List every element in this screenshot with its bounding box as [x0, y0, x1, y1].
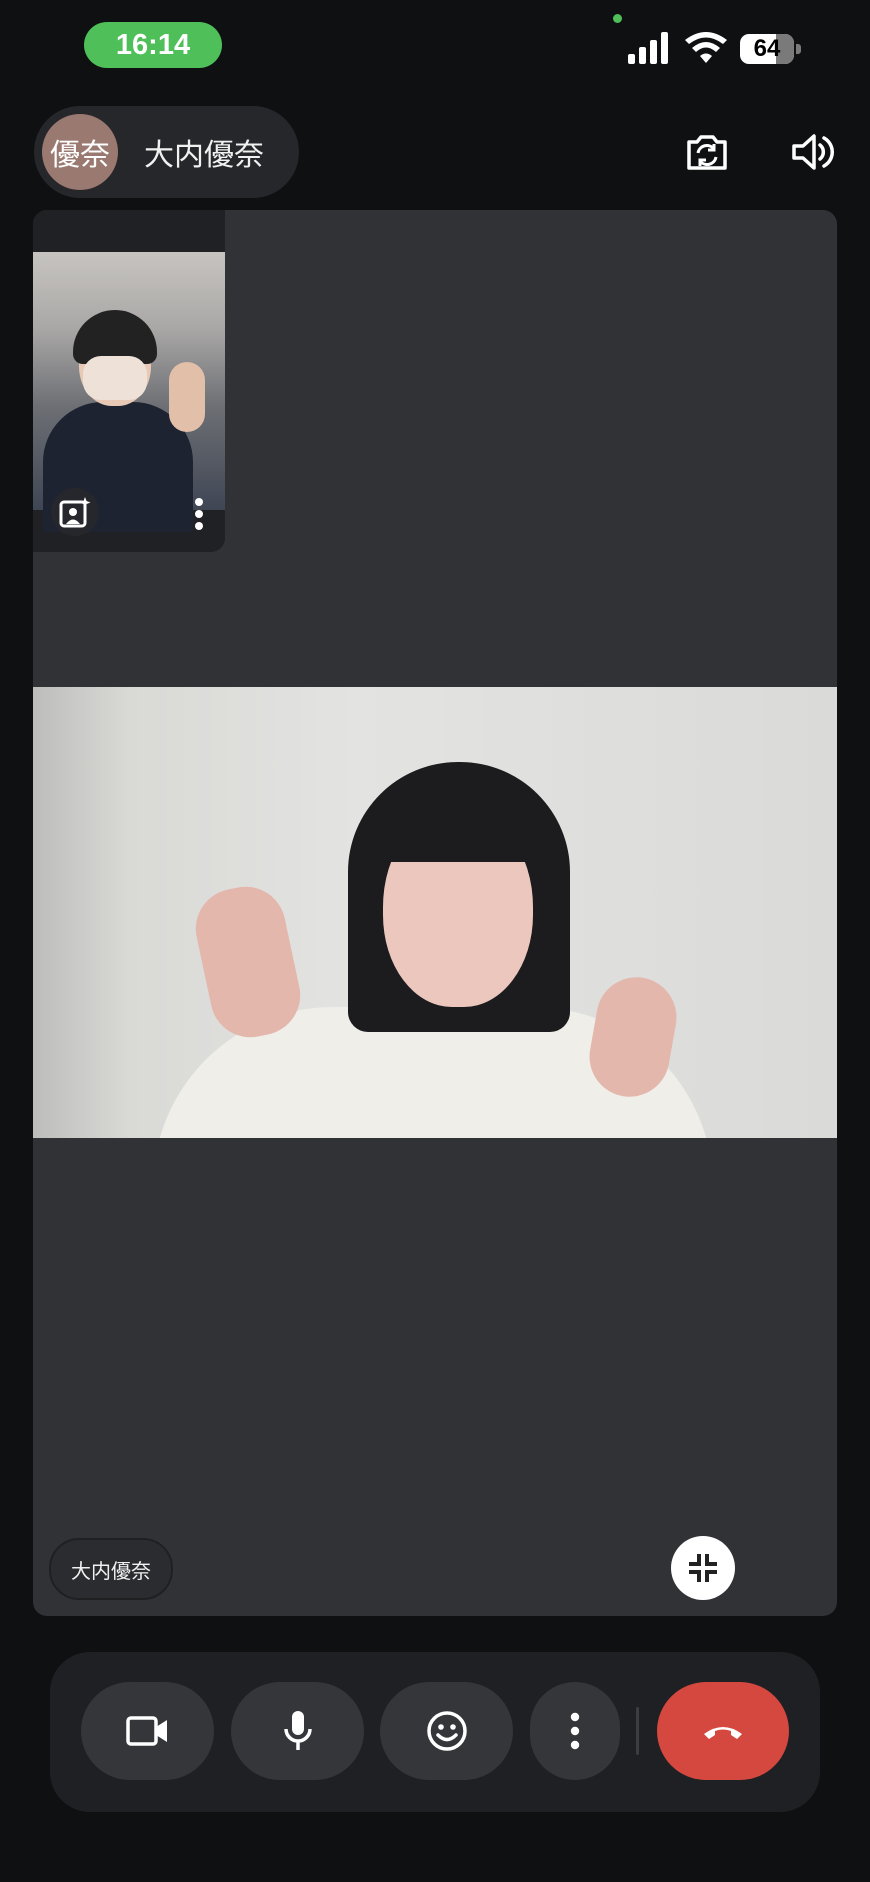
end-call-icon — [704, 1727, 742, 1739]
end-call-button[interactable] — [657, 1682, 789, 1780]
self-video — [33, 252, 225, 532]
avatar: 優奈 — [42, 114, 118, 190]
wifi-icon — [685, 32, 727, 63]
status-bar: 16:14 64 — [0, 0, 870, 100]
camera-flip-icon[interactable] — [683, 128, 731, 176]
video-stage: 大内優奈 — [33, 210, 837, 1616]
contact-name: 大内優奈 — [144, 139, 264, 172]
remote-video — [33, 687, 837, 1138]
speaker-icon[interactable] — [788, 128, 836, 176]
more-vert-icon — [570, 1712, 580, 1750]
control-divider — [636, 1707, 639, 1755]
status-time[interactable]: 16:14 — [84, 22, 222, 68]
microphone-icon — [283, 1711, 312, 1750]
minimize-button[interactable] — [671, 1536, 735, 1600]
emoji-icon — [426, 1711, 467, 1751]
reactions-button[interactable] — [380, 1682, 513, 1780]
minimize-icon — [689, 1554, 717, 1582]
add-effects-button[interactable] — [51, 488, 99, 536]
remote-name-chip: 大内優奈 — [49, 1538, 173, 1600]
video-toggle-button[interactable] — [81, 1682, 214, 1780]
add-effects-icon — [59, 497, 91, 528]
battery-icon: 64 — [740, 34, 802, 64]
more-options-button[interactable] — [530, 1682, 620, 1780]
self-view-more-button[interactable] — [179, 490, 219, 538]
mic-in-use-indicator — [613, 14, 622, 23]
call-control-bar — [50, 1652, 820, 1812]
mic-toggle-button[interactable] — [231, 1682, 364, 1780]
cellular-signal-icon — [628, 32, 668, 64]
more-vert-icon — [195, 498, 203, 530]
contact-pill[interactable]: 優奈 大内優奈 — [34, 106, 299, 198]
video-camera-icon — [125, 1716, 167, 1746]
self-view-tile[interactable] — [33, 210, 225, 552]
battery-level: 64 — [753, 35, 781, 62]
